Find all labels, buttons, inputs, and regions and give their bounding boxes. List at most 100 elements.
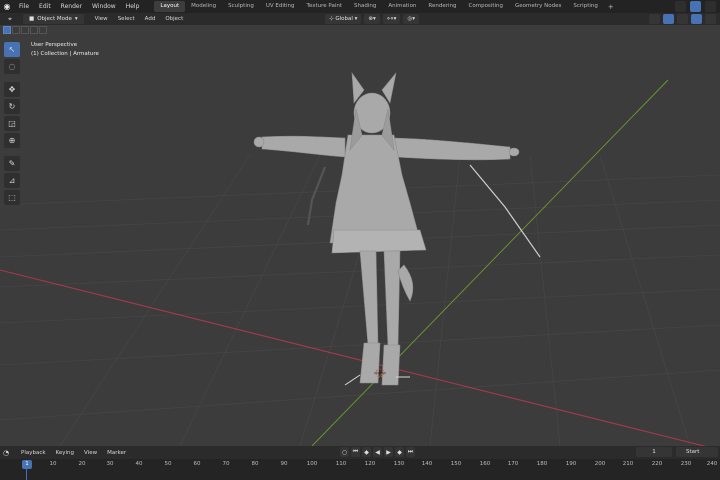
scene-icon[interactable] <box>675 1 686 12</box>
tick-label: 190 <box>565 461 577 467</box>
proportional-edit-toggle[interactable]: ◎▾ <box>403 14 420 24</box>
next-key-icon[interactable]: ◆ <box>395 447 404 457</box>
collection-label: (1) Collection | Armature <box>31 51 99 57</box>
viewport-overlays <box>649 14 716 24</box>
mode-selector[interactable]: ■ Object Mode ▾ <box>23 14 84 24</box>
snap-icon: ⋄⋄▾ <box>386 16 397 22</box>
foot-bone-left[interactable] <box>344 374 361 386</box>
tick-label: 200 <box>594 461 606 467</box>
tick-label: 160 <box>479 461 491 467</box>
menu-add[interactable]: Add <box>140 16 161 22</box>
snap-toggle[interactable]: ⋄⋄▾ <box>382 14 401 24</box>
timeline-menu: Playback Keying View Marker <box>16 450 131 456</box>
editor-type-icon[interactable]: ⌖ <box>3 14 17 24</box>
tab-geometry-nodes[interactable]: Geometry Nodes <box>509 1 567 12</box>
transform-tool-icon[interactable]: ⊕ <box>4 133 20 148</box>
scale-tool-icon[interactable]: ◲ <box>4 116 20 131</box>
menu-help[interactable]: Help <box>121 0 145 13</box>
tab-shading[interactable]: Shading <box>348 1 382 12</box>
tick-label: 140 <box>421 461 433 467</box>
cursor-tool-icon[interactable]: ◌ <box>4 59 20 74</box>
menu-select[interactable]: Select <box>113 16 140 22</box>
tick-label: 170 <box>507 461 519 467</box>
view-layer-icon[interactable] <box>690 1 701 12</box>
select-new-icon[interactable] <box>3 26 11 34</box>
tab-rendering[interactable]: Rendering <box>422 1 462 12</box>
tick-label: 60 <box>193 461 201 467</box>
record-icon[interactable]: ○ <box>340 447 349 457</box>
menu-window[interactable]: Window <box>87 0 121 13</box>
current-frame-field[interactable]: 1 <box>636 447 672 457</box>
blender-logo-icon[interactable]: ◉ <box>0 0 14 13</box>
orientation-selector[interactable]: ⊹ Global ▾ <box>325 14 362 24</box>
tab-texture-paint[interactable]: Texture Paint <box>301 1 349 12</box>
overlay-toggle-icon[interactable] <box>677 14 688 24</box>
tick-label: 110 <box>335 461 347 467</box>
tick-label: 150 <box>450 461 462 467</box>
pivot-selector[interactable]: ⊗▾ <box>364 14 380 24</box>
tool-shelf: ↖ ◌ ✥ ↻ ◲ ⊕ ✎ ⊿ ⬚ <box>4 42 20 205</box>
start-frame-field[interactable]: Start <box>676 447 718 457</box>
menu-render[interactable]: Render <box>56 0 87 13</box>
menu-marker[interactable]: Marker <box>102 450 131 456</box>
tick-label: 220 <box>651 461 663 467</box>
visibility-icon[interactable] <box>649 14 660 24</box>
x-axis-line <box>0 269 706 446</box>
menu-object[interactable]: Object <box>160 16 188 22</box>
tab-uv-editing[interactable]: UV Editing <box>260 1 301 12</box>
move-tool-icon[interactable]: ✥ <box>4 82 20 97</box>
tick-label: 120 <box>364 461 376 467</box>
add-workspace-button[interactable]: + <box>604 3 618 11</box>
bone-chain-right[interactable] <box>469 164 541 258</box>
select-box-tool-icon[interactable]: ↖ <box>4 42 20 57</box>
tab-animation[interactable]: Animation <box>382 1 422 12</box>
jump-start-icon[interactable]: ⏮ <box>351 447 360 457</box>
perspective-label: User Perspective <box>31 42 78 48</box>
tab-compositing[interactable]: Compositing <box>463 1 509 12</box>
play-icon[interactable]: ▶ <box>384 447 393 457</box>
workspace-tabs: Layout Modeling Sculpting UV Editing Tex… <box>154 0 617 13</box>
select-subtract-icon[interactable] <box>21 26 29 34</box>
main-menu: File Edit Render Window Help <box>14 0 144 13</box>
orientation-label: Global <box>335 16 353 22</box>
prev-key-icon[interactable]: ◆ <box>362 447 371 457</box>
timeline-ruler[interactable]: 1 10 20 30 40 50 60 70 80 90 100 110 120… <box>0 459 720 480</box>
play-reverse-icon[interactable]: ◀ <box>373 447 382 457</box>
playhead-frame[interactable]: 1 <box>22 460 32 469</box>
select-invert-icon[interactable] <box>30 26 38 34</box>
measure-tool-icon[interactable]: ⊿ <box>4 173 20 188</box>
gizmo-toggle-icon[interactable] <box>663 14 674 24</box>
jump-end-icon[interactable]: ⏭ <box>406 447 415 457</box>
transform-controls: ⊹ Global ▾ ⊗▾ ⋄⋄▾ ◎▾ <box>325 14 420 24</box>
tick-label: 210 <box>622 461 634 467</box>
tick-label: 80 <box>251 461 259 467</box>
top-bar: ◉ File Edit Render Window Help Layout Mo… <box>0 0 720 13</box>
render-layer-icon[interactable] <box>705 1 716 12</box>
tab-modeling[interactable]: Modeling <box>185 1 222 12</box>
menu-timeline-view[interactable]: View <box>79 450 102 456</box>
tick-label: 90 <box>280 461 288 467</box>
3d-viewport[interactable] <box>0 25 720 446</box>
menu-edit[interactable]: Edit <box>34 0 56 13</box>
select-mode-buttons <box>3 26 47 34</box>
tick-label: 240 <box>706 461 718 467</box>
tab-scripting[interactable]: Scripting <box>567 1 603 12</box>
tick-label: 230 <box>680 461 692 467</box>
timeline-editor-icon[interactable]: ◔ <box>0 448 12 458</box>
viewport-header: ⌖ ■ Object Mode ▾ View Select Add Object… <box>0 13 720 25</box>
rotate-tool-icon[interactable]: ↻ <box>4 99 20 114</box>
menu-keying[interactable]: Keying <box>51 450 79 456</box>
add-cube-tool-icon[interactable]: ⬚ <box>4 190 20 205</box>
select-extend-icon[interactable] <box>12 26 20 34</box>
annotate-tool-icon[interactable]: ✎ <box>4 156 20 171</box>
chevron-down-icon: ▾ <box>74 16 78 22</box>
topbar-right <box>675 1 716 12</box>
menu-playback[interactable]: Playback <box>16 450 51 456</box>
shading-solid-icon[interactable] <box>705 14 716 24</box>
tab-layout[interactable]: Layout <box>154 1 186 12</box>
tab-sculpting[interactable]: Sculpting <box>222 1 260 12</box>
menu-view[interactable]: View <box>90 16 113 22</box>
xray-toggle-icon[interactable] <box>691 14 702 24</box>
select-intersect-icon[interactable] <box>39 26 47 34</box>
menu-file[interactable]: File <box>14 0 34 13</box>
